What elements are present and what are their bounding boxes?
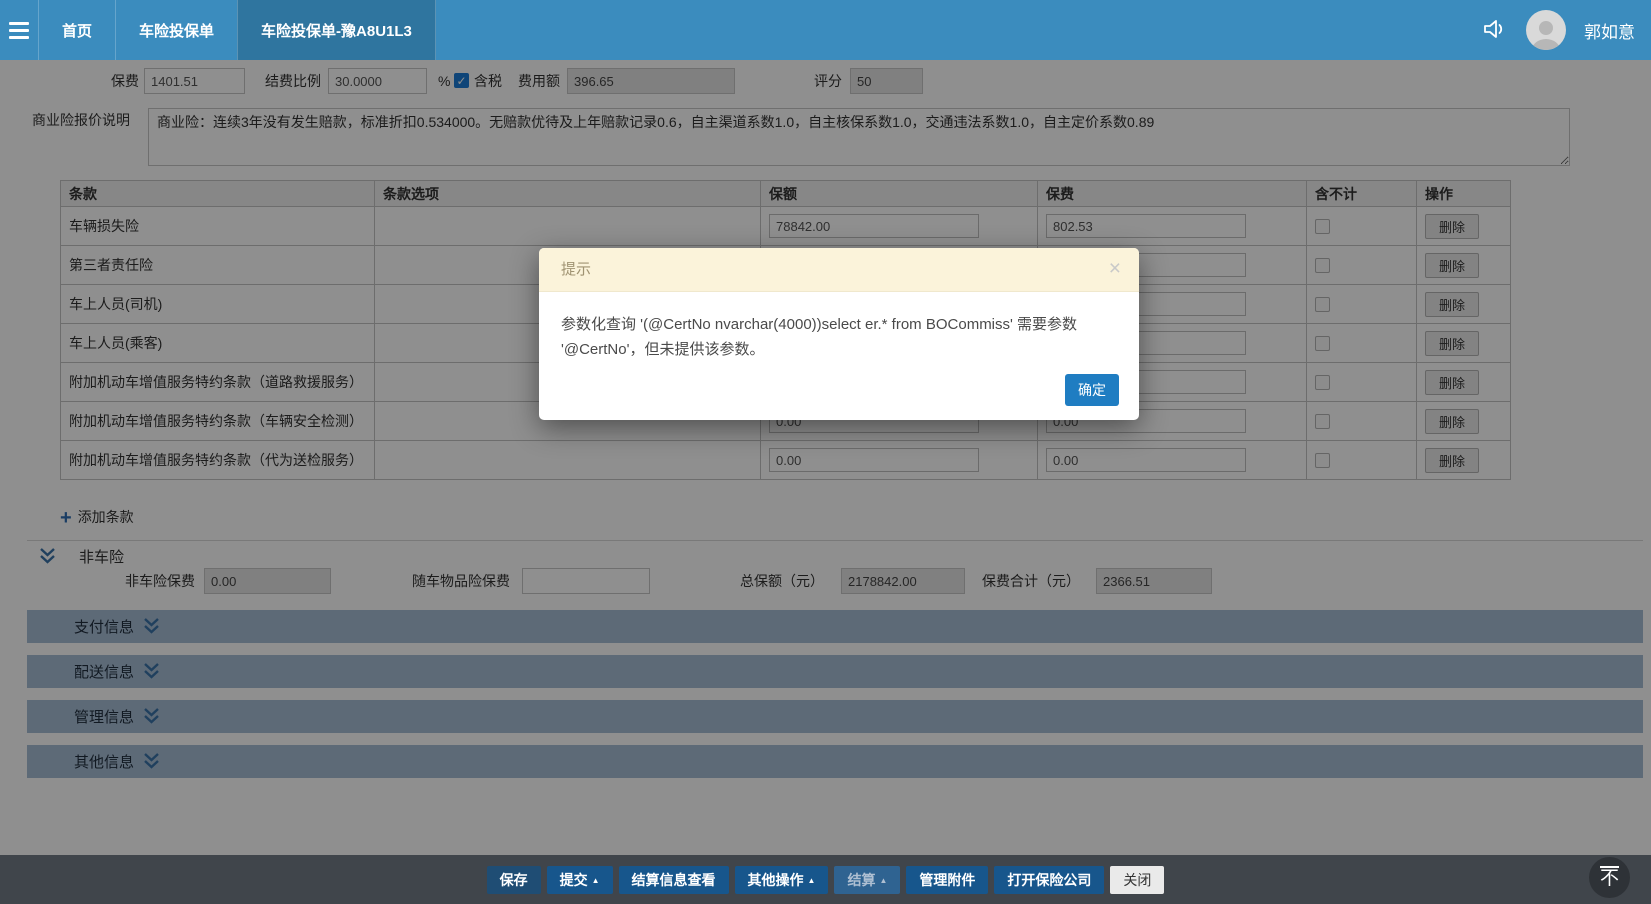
dialog-title: 提示 — [561, 261, 592, 278]
tab-policy-list[interactable]: 车险投保单 — [115, 0, 237, 60]
hamburger-menu-icon[interactable] — [0, 0, 38, 60]
manage-attachments-button[interactable]: 管理附件 — [906, 865, 989, 894]
caret-up-icon: ▲ — [807, 875, 816, 885]
dialog-header: 提示 × — [539, 248, 1139, 292]
settle-button[interactable]: 结算 ▲ — [834, 865, 901, 894]
tab-policy-active[interactable]: 车险投保单-豫A8U1L3 — [237, 0, 436, 60]
open-insurer-button[interactable]: 打开保险公司 — [994, 865, 1105, 894]
action-toolbar: 保存 提交 ▲ 结算信息查看 其他操作 ▲ 结算 ▲ 管理附件 打开保险公司 关闭 — [0, 855, 1651, 904]
alert-dialog: 提示 × 参数化查询 '(@CertNo nvarchar(4000))sele… — [539, 248, 1139, 420]
username[interactable]: 郭如意 — [1584, 18, 1635, 43]
speaker-icon[interactable] — [1482, 18, 1508, 43]
other-actions-button[interactable]: 其他操作 ▲ — [734, 865, 829, 894]
close-button[interactable]: 关闭 — [1110, 865, 1165, 894]
ok-button[interactable]: 确定 — [1065, 374, 1119, 406]
caret-up-icon: ▲ — [879, 875, 888, 885]
avatar[interactable] — [1526, 10, 1566, 50]
submit-button[interactable]: 提交 ▲ — [546, 865, 613, 894]
tab-home[interactable]: 首页 — [38, 0, 115, 60]
close-icon[interactable]: × — [1109, 258, 1121, 279]
settlement-info-button[interactable]: 结算信息查看 — [618, 865, 729, 894]
caret-up-icon: ▲ — [591, 875, 600, 885]
save-button[interactable]: 保存 — [486, 865, 541, 894]
dialog-message: 参数化查询 '(@CertNo nvarchar(4000))select er… — [561, 316, 1078, 358]
modal-backdrop — [0, 60, 1651, 855]
top-navbar: 首页 车险投保单 车险投保单-豫A8U1L3 郭如意 — [0, 0, 1651, 60]
back-to-top-button[interactable]: 不 — [1589, 857, 1630, 898]
back-to-top-glyph: 不 — [1599, 865, 1619, 889]
